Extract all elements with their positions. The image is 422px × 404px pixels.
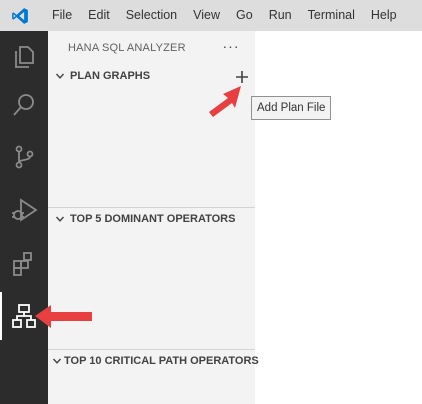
menu-selection[interactable]: Selection	[118, 0, 185, 31]
section-label: PLAN GRAPHS	[70, 70, 151, 82]
explorer-icon[interactable]	[0, 31, 48, 79]
section-label: TOP 5 DOMINANT OPERATORS	[70, 213, 236, 225]
menu-help[interactable]: Help	[363, 0, 405, 31]
menu-terminal[interactable]: Terminal	[300, 0, 363, 31]
vscode-logo-icon	[8, 4, 32, 28]
menu-file[interactable]: File	[44, 0, 80, 31]
callout-arrow-icon	[209, 86, 241, 117]
search-icon[interactable]	[0, 81, 48, 129]
section-top-5-dominant-operators[interactable]: TOP 5 DOMINANT OPERATORS	[48, 208, 255, 230]
add-plan-file-tooltip: Add Plan File	[251, 96, 332, 120]
extensions-icon[interactable]	[0, 239, 48, 287]
sidebar-title: HANA SQL ANALYZER	[68, 42, 186, 54]
activity-bar	[0, 31, 48, 404]
chevron-down-icon	[52, 68, 68, 84]
more-actions-button[interactable]: ···	[220, 35, 242, 57]
source-control-icon[interactable]	[0, 133, 48, 181]
section-top-10-critical-path-operators[interactable]: TOP 10 CRITICAL PATH OPERATORS	[48, 350, 259, 372]
run-debug-icon[interactable]	[0, 186, 48, 234]
chevron-down-icon	[52, 211, 68, 227]
title-bar: File Edit Selection View Go Run Terminal…	[0, 0, 422, 31]
menu-go[interactable]: Go	[228, 0, 261, 31]
callout-arrow-icon	[35, 305, 92, 328]
menu-edit[interactable]: Edit	[80, 0, 118, 31]
menu-run[interactable]: Run	[261, 0, 300, 31]
menu-view[interactable]: View	[185, 0, 228, 31]
chevron-down-icon	[52, 353, 62, 369]
section-label: TOP 10 CRITICAL PATH OPERATORS	[64, 355, 259, 367]
